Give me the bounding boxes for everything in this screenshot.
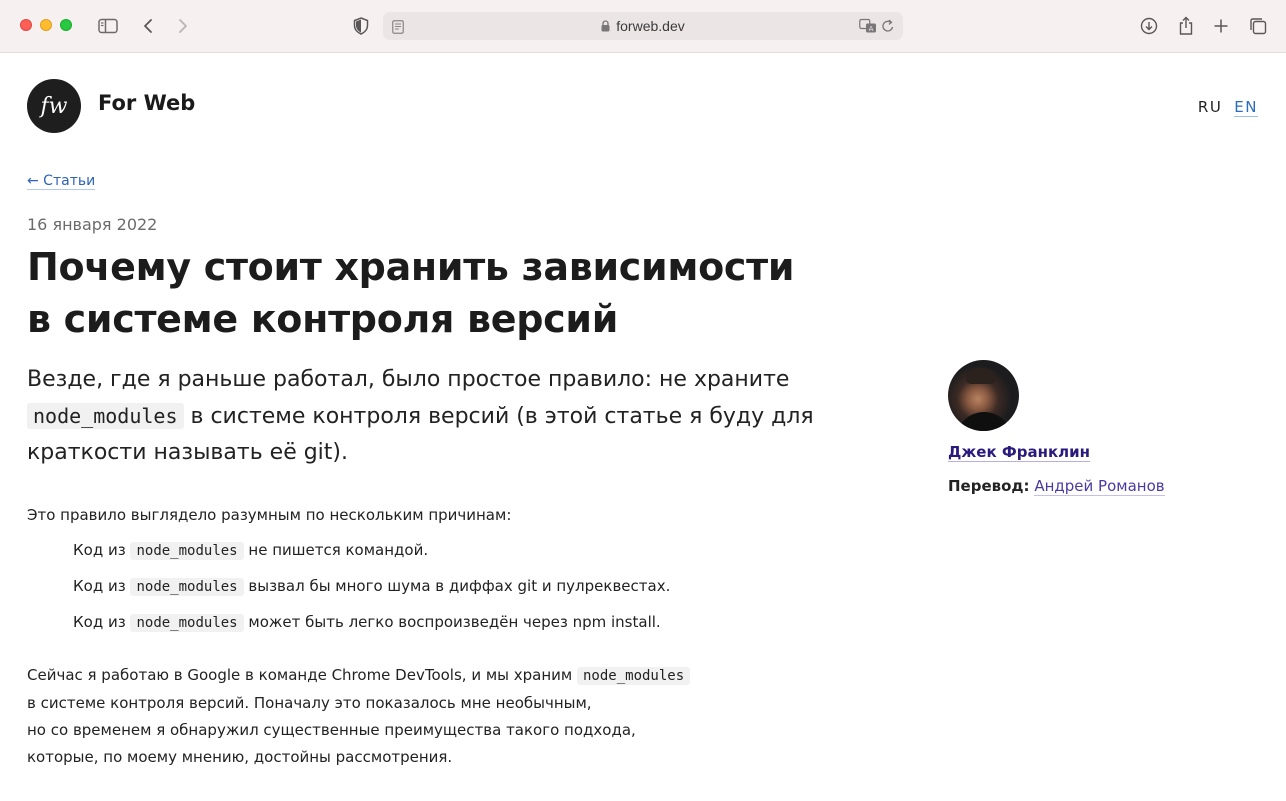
- translator-link[interactable]: Андрей Романов: [1034, 477, 1165, 496]
- article-title: Почему стоит хранить зависимости в систе…: [27, 241, 827, 345]
- list-item-prefix: Код из: [73, 577, 131, 595]
- site-logo[interactable]: fw: [27, 79, 81, 133]
- list-item-code: node_modules: [130, 578, 244, 596]
- lang-ru[interactable]: RU: [1198, 98, 1222, 117]
- list-item-suffix: вызвал бы много шума в диффах git и пулр…: [243, 577, 671, 595]
- lead-code: node_modules: [27, 403, 184, 429]
- translation-credit: Перевод: Андрей Романов: [948, 477, 1165, 496]
- author-avatar: [948, 360, 1019, 431]
- paragraph-devtools: Сейчас я работаю в Google в команде Chro…: [27, 662, 787, 771]
- lead-text-1: Везде, где я раньше работал, было просто…: [27, 367, 790, 392]
- article-date: 16 января 2022: [27, 215, 158, 234]
- shield-icon[interactable]: [349, 14, 373, 38]
- list-item-code: node_modules: [130, 614, 244, 632]
- back-icon[interactable]: [136, 14, 160, 38]
- reasons-list: Код из node_modules не пишется командой.…: [73, 540, 670, 648]
- p2-text-2: в системе контроля версий. Поначалу это …: [27, 694, 592, 712]
- svg-text:A: A: [869, 25, 874, 33]
- url-text: forweb.dev: [616, 18, 685, 34]
- translation-label: Перевод:: [948, 477, 1030, 495]
- p2-code: node_modules: [577, 667, 691, 685]
- title-line-1: Почему стоит хранить зависимости: [27, 245, 795, 289]
- language-switcher: RU EN: [1198, 98, 1258, 117]
- download-icon[interactable]: [1137, 14, 1161, 38]
- lang-en-link[interactable]: EN: [1234, 98, 1258, 117]
- address-bar[interactable]: forweb.dev A: [383, 12, 903, 40]
- new-tab-icon[interactable]: [1209, 14, 1233, 38]
- list-item: Код из node_modules может быть легко вос…: [73, 612, 670, 648]
- paragraph-reasons-intro: Это правило выглядело разумным по нескол…: [27, 506, 512, 524]
- minimize-window-button[interactable]: [40, 19, 52, 31]
- article-lead: Везде, где я раньше работал, было просто…: [27, 362, 847, 471]
- close-window-button[interactable]: [20, 19, 32, 31]
- p2-text-4: которые, по моему мнению, достойны рассм…: [27, 748, 453, 766]
- browser-toolbar: forweb.dev A: [0, 0, 1286, 53]
- list-item-prefix: Код из: [73, 541, 131, 559]
- sidebar-icon[interactable]: [96, 14, 120, 38]
- share-icon[interactable]: [1174, 14, 1198, 38]
- tabs-overview-icon[interactable]: [1246, 14, 1270, 38]
- list-item-code: node_modules: [130, 542, 244, 560]
- p2-text-1: Сейчас я работаю в Google в команде Chro…: [27, 666, 577, 684]
- forward-icon[interactable]: [171, 14, 195, 38]
- list-item-suffix: может быть легко воспроизведён через npm…: [243, 613, 661, 631]
- site-name[interactable]: For Web: [98, 91, 195, 115]
- list-item-suffix: не пишется командой.: [243, 541, 429, 559]
- reload-icon[interactable]: [881, 18, 895, 38]
- zoom-window-button[interactable]: [60, 19, 72, 31]
- list-item: Код из node_modules не пишется командой.: [73, 540, 670, 576]
- title-line-2: в системе контроля версий: [27, 297, 619, 341]
- p2-text-3: но со временем я обнаружил существенные …: [27, 721, 636, 739]
- list-item: Код из node_modules вызвал бы много шума…: [73, 576, 670, 612]
- lock-icon: [601, 19, 610, 35]
- back-to-articles-link[interactable]: ← Статьи: [27, 173, 96, 190]
- list-item-prefix: Код из: [73, 613, 131, 631]
- translate-icon[interactable]: A: [859, 18, 877, 38]
- author-name-link[interactable]: Джек Франклин: [948, 443, 1091, 462]
- logo-text: fw: [40, 93, 68, 119]
